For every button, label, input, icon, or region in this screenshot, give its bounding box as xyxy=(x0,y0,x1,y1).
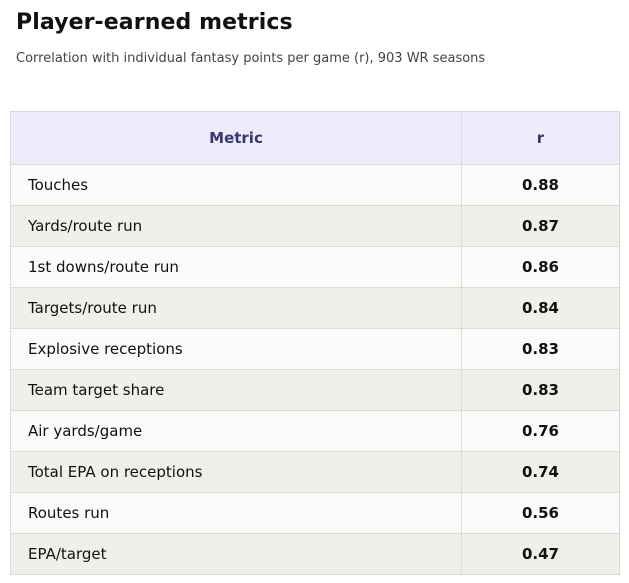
metric-name: 1st downs/route run xyxy=(10,246,462,288)
metric-name: Explosive receptions xyxy=(10,328,462,370)
table-row: Yards/route run 0.87 xyxy=(10,205,620,247)
metrics-table: Metric r Touches 0.88 Yards/route run 0.… xyxy=(10,111,620,575)
table-row: 1st downs/route run 0.86 xyxy=(10,246,620,288)
correlation-value: 0.87 xyxy=(461,205,620,247)
metric-name: Targets/route run xyxy=(10,287,462,329)
correlation-value: 0.88 xyxy=(461,164,620,206)
correlation-value: 0.56 xyxy=(461,492,620,534)
table-row: Explosive receptions 0.83 xyxy=(10,328,620,370)
correlation-value: 0.76 xyxy=(461,410,620,452)
correlation-value: 0.47 xyxy=(461,533,620,575)
metric-name: Touches xyxy=(10,164,462,206)
column-header-metric: Metric xyxy=(10,111,462,165)
table-row: Total EPA on receptions 0.74 xyxy=(10,451,620,493)
table-row: Routes run 0.56 xyxy=(10,492,620,534)
metric-name: Total EPA on receptions xyxy=(10,451,462,493)
correlation-value: 0.84 xyxy=(461,287,620,329)
correlation-value: 0.74 xyxy=(461,451,620,493)
metric-name: Yards/route run xyxy=(10,205,462,247)
table-row: Team target share 0.83 xyxy=(10,369,620,411)
table-row: EPA/target 0.47 xyxy=(10,533,620,575)
table-row: Targets/route run 0.84 xyxy=(10,287,620,329)
chart-title: Player-earned metrics xyxy=(16,10,293,35)
correlation-value: 0.86 xyxy=(461,246,620,288)
metric-name: Team target share xyxy=(10,369,462,411)
table-row: Air yards/game 0.76 xyxy=(10,410,620,452)
chart-subtitle: Correlation with individual fantasy poin… xyxy=(16,51,486,66)
metric-name: EPA/target xyxy=(10,533,462,575)
metric-name: Routes run xyxy=(10,492,462,534)
correlation-value: 0.83 xyxy=(461,369,620,411)
correlation-value: 0.83 xyxy=(461,328,620,370)
table-row: Touches 0.88 xyxy=(10,164,620,206)
column-header-r: r xyxy=(461,111,620,165)
header-row: Metric r xyxy=(10,111,620,165)
metric-name: Air yards/game xyxy=(10,410,462,452)
